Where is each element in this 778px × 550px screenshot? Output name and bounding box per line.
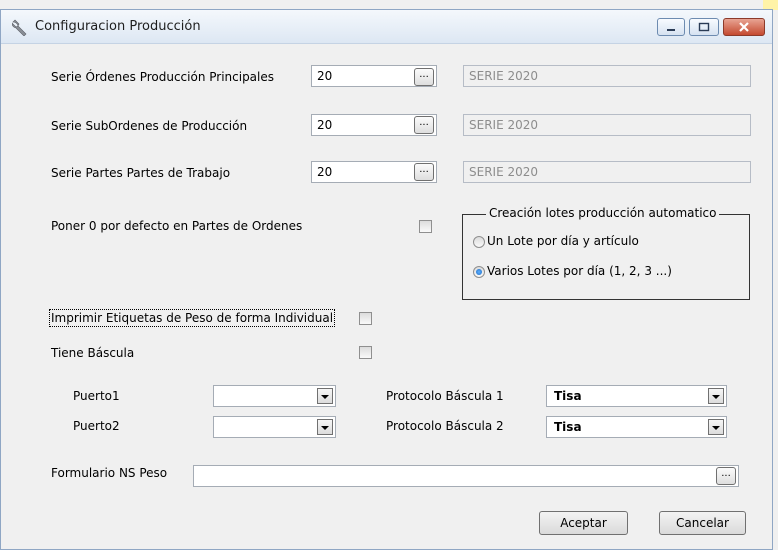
protocolo2-value: Tisa: [554, 420, 582, 434]
serie-partes-description: SERIE 2020: [463, 161, 751, 183]
minimize-icon: [667, 29, 675, 31]
chevron-down-icon[interactable]: [317, 388, 333, 404]
puerto2-label: Puerto2: [73, 419, 120, 433]
serie-subordenes-browse-button[interactable]: ...: [414, 116, 434, 134]
tiene-bascula-label: Tiene Báscula: [51, 346, 135, 360]
imprimir-etiquetas-label: Imprimir Etiquetas de Peso de forma Indi…: [48, 309, 336, 327]
maximize-icon: [698, 22, 710, 32]
chevron-down-icon[interactable]: [708, 388, 724, 404]
un-lote-label: Un Lote por día y artículo: [487, 234, 639, 248]
minimize-button[interactable]: [657, 18, 685, 36]
varios-lotes-radio[interactable]: [473, 266, 485, 278]
formulario-browse-button[interactable]: ...: [716, 467, 736, 485]
puerto1-select[interactable]: [213, 385, 336, 407]
protocolo1-label: Protocolo Báscula 1: [386, 389, 504, 403]
poner-cero-checkbox[interactable]: [419, 220, 432, 233]
puerto1-label: Puerto1: [73, 389, 120, 403]
serie-principales-label: Serie Órdenes Producción Principales: [51, 70, 275, 84]
serie-subordenes-label: Serie SubOrdenes de Producción: [51, 119, 248, 133]
poner-cero-label: Poner 0 por defecto en Partes de Ordenes: [51, 219, 303, 233]
chevron-down-icon[interactable]: [317, 419, 333, 435]
un-lote-radio[interactable]: [473, 236, 485, 248]
protocolo2-label: Protocolo Báscula 2: [386, 419, 504, 433]
wrench-icon: [12, 19, 27, 36]
serie-principales-browse-button[interactable]: ...: [414, 68, 434, 86]
tiene-bascula-checkbox[interactable]: [359, 346, 372, 359]
chevron-down-icon[interactable]: [708, 419, 724, 435]
formulario-input[interactable]: [193, 465, 739, 487]
serie-subordenes-description: SERIE 2020: [463, 114, 751, 136]
formulario-label: Formulario NS Peso: [51, 466, 168, 480]
serie-partes-label: Serie Partes Partes de Trabajo: [51, 166, 231, 180]
serie-principales-description: SERIE 2020: [463, 65, 751, 87]
cancel-button[interactable]: Cancelar: [659, 511, 746, 535]
maximize-button[interactable]: [689, 18, 719, 36]
protocolo1-value: Tisa: [554, 389, 582, 403]
protocolo1-select[interactable]: Tisa: [546, 385, 727, 407]
lotes-group-title: Creación lotes producción automatico: [486, 206, 720, 220]
puerto2-select[interactable]: [213, 416, 336, 438]
close-icon: [739, 22, 749, 32]
lotes-groupbox: [462, 214, 750, 300]
serie-partes-browse-button[interactable]: ...: [414, 163, 434, 181]
title-bar: Configuracion Producción: [1, 10, 772, 44]
imprimir-etiquetas-checkbox[interactable]: [359, 312, 372, 325]
close-button[interactable]: [723, 18, 765, 36]
varios-lotes-label: Varios Lotes por día (1, 2, 3 ...): [487, 264, 672, 278]
protocolo2-select[interactable]: Tisa: [546, 416, 727, 438]
accept-button[interactable]: Aceptar: [539, 511, 628, 535]
window-title: Configuracion Producción: [35, 19, 201, 34]
